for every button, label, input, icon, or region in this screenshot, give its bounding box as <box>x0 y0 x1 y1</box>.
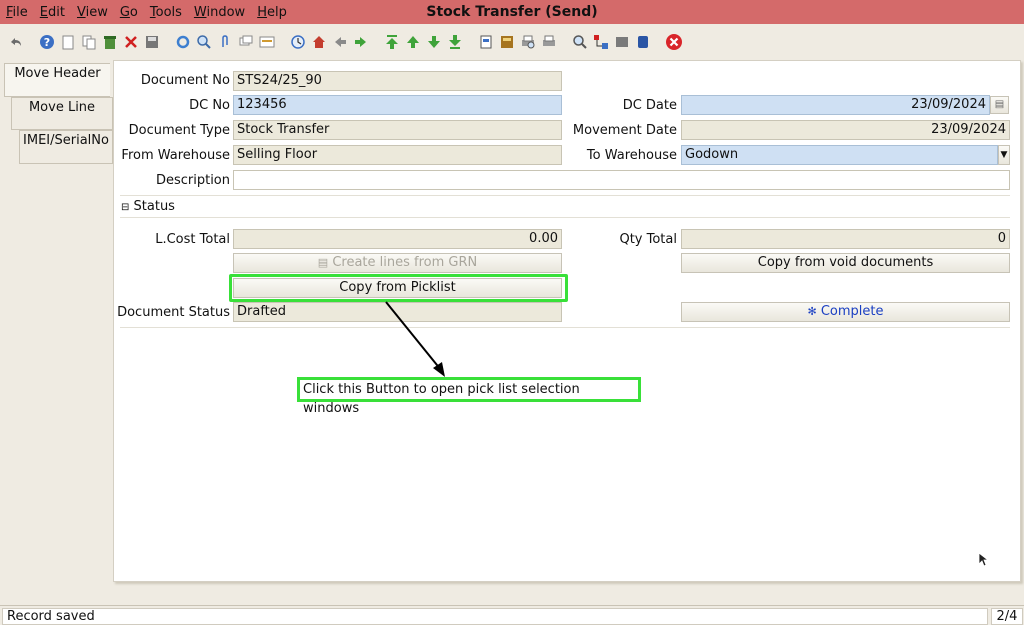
record-count: 2/4 <box>991 608 1023 625</box>
annotation-arrow <box>385 301 445 377</box>
mouse-cursor-icon <box>978 552 990 567</box>
status-message: Record saved <box>2 608 988 625</box>
annotation-callout: Click this Button to open pick list sele… <box>297 377 641 416</box>
status-bar: Record saved 2/4 <box>0 605 1024 625</box>
